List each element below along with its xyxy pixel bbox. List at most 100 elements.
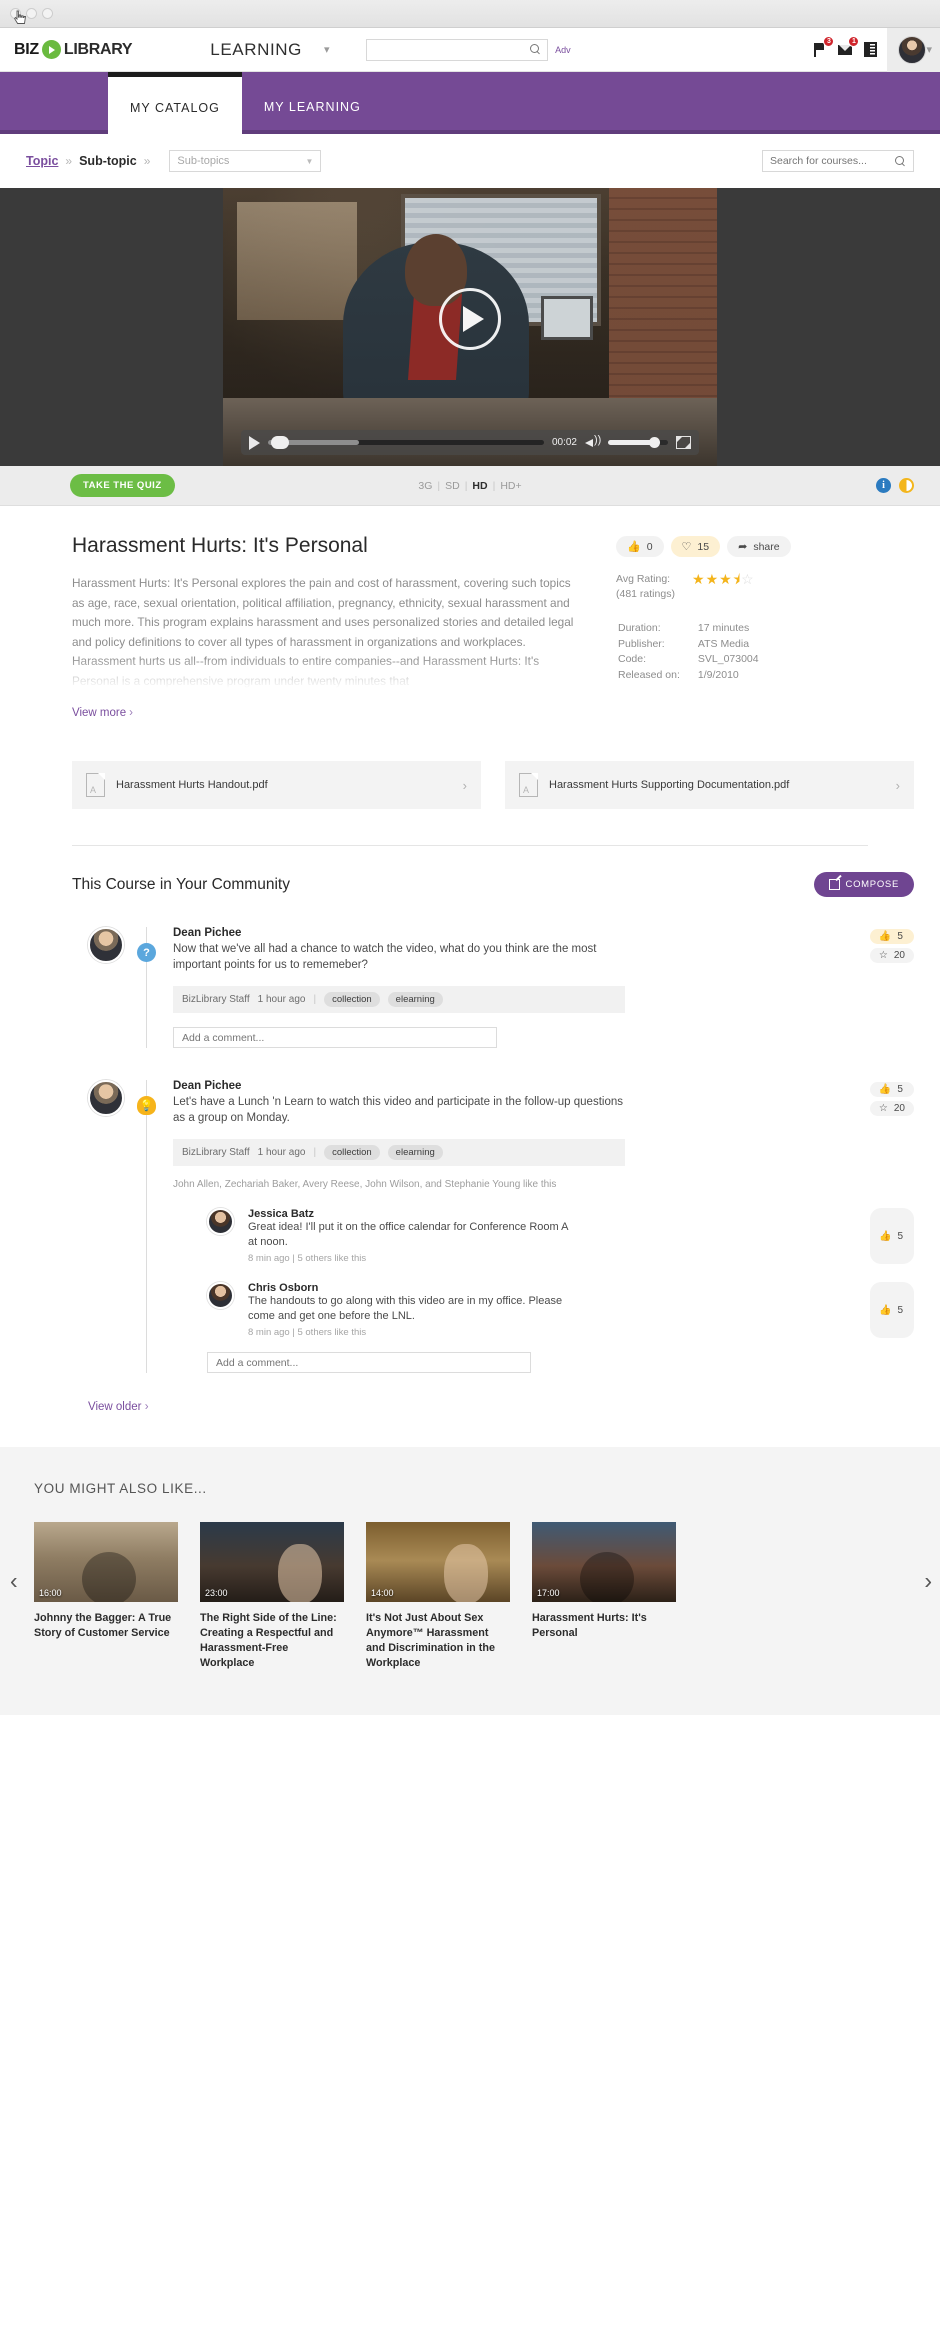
quality-option-hdplus[interactable]: HD+ [500,480,521,492]
meta-label-released: Released on: [618,668,680,681]
recommendation-card[interactable]: 17:00 Harassment Hurts: It's Personal [532,1522,676,1671]
window-maximize-dot[interactable] [42,8,53,19]
course-search-box[interactable] [762,150,914,172]
share-label: share [753,540,780,553]
add-comment-input[interactable] [182,1031,488,1044]
post-meta: BizLibrary Staff 1 hour ago | collection… [173,986,625,1013]
subtopics-select-value: Sub-topics [177,155,230,167]
pencil-icon [828,879,840,890]
browser-chrome [0,0,940,28]
subtopics-select[interactable]: Sub-topics ▼ [169,150,322,172]
fullscreen-icon[interactable] [676,436,691,449]
carousel-next-button[interactable]: › [924,1568,932,1595]
reply-like-button[interactable]: 👍 5 [870,1282,914,1338]
recommendation-card[interactable]: 16:00 Johnny the Bagger: A True Story of… [34,1522,178,1671]
breadcrumb-separator-1: » [65,154,73,168]
star-rating[interactable]: ★★★⯨☆ [692,572,755,587]
meta-label-code: Code: [618,653,647,665]
view-older-link[interactable]: View older › [0,1373,940,1413]
thumb-shape [82,1552,136,1602]
reply-like-button[interactable]: 👍 5 [870,1208,914,1264]
add-comment-input[interactable] [216,1356,522,1369]
user-menu[interactable]: ▾ [887,27,940,72]
take-quiz-button[interactable]: TAKE THE QUIZ [70,474,175,497]
contacts-button[interactable] [859,39,881,61]
post-like-count: 5 [897,1084,903,1095]
avatar[interactable] [88,927,124,963]
post-reactions: 👍 5 ☆ 20 [869,1080,914,1126]
avatar[interactable] [207,1282,234,1309]
carousel-prev-button[interactable]: ‹ [10,1568,18,1595]
seek-handle[interactable] [271,436,289,449]
play-icon[interactable] [249,435,260,450]
post-source: BizLibrary Staff [182,1147,250,1158]
volume-handle[interactable] [649,437,660,448]
post-author[interactable]: Dean Pichee [173,1080,870,1092]
view-more-link[interactable]: View more › [72,707,586,719]
recommendation-title: Harassment Hurts: It's Personal [532,1612,647,1639]
flag-notifications-button[interactable]: 3 [809,35,835,61]
add-comment-box[interactable] [207,1352,531,1373]
quality-option-3g[interactable]: 3G [418,480,432,492]
heart-icon: ♡ [681,541,692,553]
course-search-input[interactable] [770,155,895,167]
post-like-button[interactable]: 👍 5 [869,1082,914,1097]
add-comment-box[interactable] [173,1027,497,1048]
tab-my-learning[interactable]: MY LEARNING [242,100,383,130]
course-description: Harassment Hurts: It's Personal explores… [72,574,586,691]
search-box[interactable] [366,38,549,61]
post-star-button[interactable]: ☆ 20 [869,1101,914,1116]
post-rail: ? [137,927,156,1048]
tab-my-catalog[interactable]: MY CATALOG [108,72,242,134]
post-tag[interactable]: elearning [387,1145,443,1160]
attachment-item[interactable]: Harassment Hurts Supporting Documentatio… [505,761,914,809]
avatar[interactable] [88,1080,124,1116]
post-like-button[interactable]: 👍 5 [869,929,914,944]
big-play-button[interactable] [439,287,501,350]
recommendations-row: 16:00 Johnny the Bagger: A True Story of… [0,1522,940,1671]
window-minimize-dot[interactable] [26,8,37,19]
post-author[interactable]: Dean Pichee [173,927,870,939]
video-player[interactable]: 00:02 [223,188,717,466]
advanced-search-link[interactable]: Adv [555,45,571,55]
recommendation-card[interactable]: 14:00 It's Not Just About Sex Anymore™ H… [366,1522,510,1671]
search-icon[interactable] [895,155,906,167]
bizlibrary-logo[interactable]: BIZ LIBRARY [14,40,133,59]
breadcrumb-subtopic[interactable]: Sub-topic [79,154,137,168]
like-button[interactable]: 👍 0 [616,536,664,557]
quality-option-sd[interactable]: SD [445,480,460,492]
volume-slider[interactable] [608,437,668,448]
info-icon[interactable]: i [876,478,891,493]
favorite-button[interactable]: ♡ 15 [670,536,721,557]
avatar[interactable] [207,1208,234,1235]
logo-biz-text: BIZ [14,40,39,58]
meta-value-code: SVL_073004 [697,653,759,665]
pdf-file-icon [86,773,105,797]
seek-bar[interactable] [268,436,544,449]
quality-option-hd[interactable]: HD [472,480,487,492]
search-icon[interactable] [530,44,541,55]
volume-icon[interactable] [585,434,601,449]
recommendations-title: YOU MIGHT ALSO LIKE... [34,1481,207,1496]
compose-button[interactable]: COMPOSE [813,872,914,897]
recommendation-card[interactable]: 23:00 The Right Side of the Line: Creati… [200,1522,344,1671]
post-tag[interactable]: elearning [387,992,443,1007]
post-star-button[interactable]: ☆ 20 [869,948,914,963]
chevron-down-icon: ▾ [324,44,331,56]
share-button[interactable]: ➦ share [727,536,791,557]
rating-block: Avg Rating: (481 ratings) ★★★⯨☆ [616,572,886,602]
mode-selector[interactable]: LEARNING ▾ [210,40,330,60]
contrast-icon[interactable] [899,478,914,493]
breadcrumb-topic[interactable]: Topic [26,154,58,168]
reply-meta: 8 min ago | 5 others like this [248,1253,367,1264]
reply-author[interactable]: Jessica Batz [248,1208,870,1220]
avatar [898,35,927,64]
reply-author[interactable]: Chris Osborn [248,1282,870,1294]
attachment-list: Harassment Hurts Handout.pdf › Harassmen… [0,719,940,809]
post-tag[interactable]: collection [324,992,380,1007]
quality-divider: | [492,479,496,492]
post-tag[interactable]: collection [324,1145,380,1160]
attachment-item[interactable]: Harassment Hurts Handout.pdf › [72,761,481,809]
search-input[interactable] [373,43,531,56]
messages-button[interactable]: 1 [834,35,860,61]
